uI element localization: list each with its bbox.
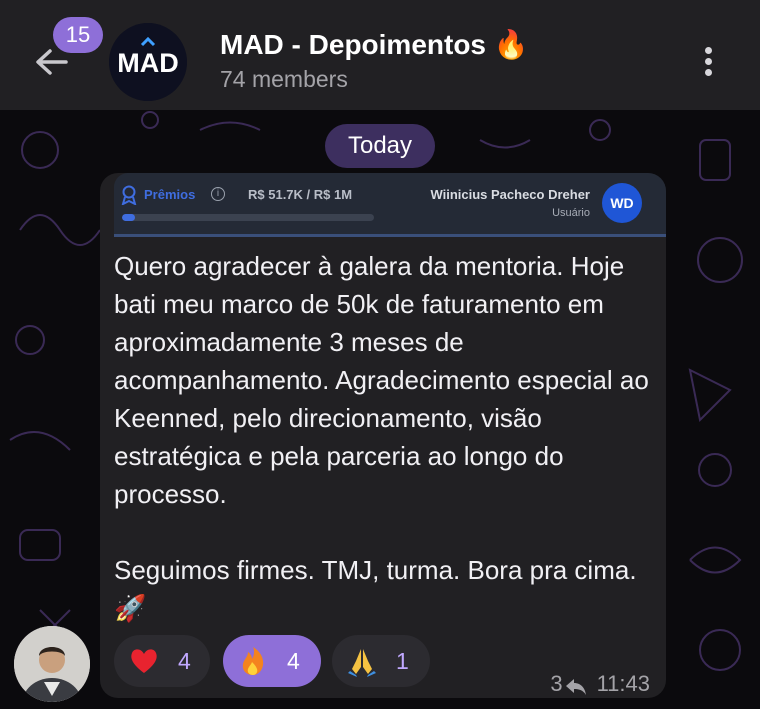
more-options-icon[interactable] bbox=[696, 43, 720, 83]
reaction-count: 4 bbox=[178, 648, 191, 674]
reaction-fire[interactable]: 4 bbox=[223, 635, 321, 687]
group-title[interactable]: MAD - Depoimentos 🔥 bbox=[220, 28, 529, 61]
group-avatar-text: MAD bbox=[117, 48, 179, 78]
heart-icon bbox=[128, 645, 160, 677]
sender-avatar[interactable] bbox=[14, 626, 90, 702]
prize-progress-fill bbox=[122, 214, 136, 221]
chat-header: 15 MAD MAD - Depoimentos 🔥 74 members bbox=[0, 0, 760, 110]
reply-icon[interactable] bbox=[565, 676, 587, 696]
date-chip: Today bbox=[325, 124, 435, 168]
unread-count-badge: 15 bbox=[53, 17, 103, 53]
prize-values: R$ 51.7K / R$ 1M bbox=[248, 187, 353, 202]
member-count: 74 members bbox=[220, 66, 348, 92]
message-paragraph: Quero agradecer à galera da mentoria. Ho… bbox=[114, 251, 649, 509]
preview-user-avatar: WD bbox=[602, 183, 642, 223]
prize-progress-bar bbox=[122, 214, 374, 221]
prize-label: Prêmios bbox=[144, 187, 196, 202]
group-avatar[interactable]: MAD bbox=[109, 23, 187, 101]
preview-user-role: Usuário bbox=[552, 207, 590, 219]
image-preview-card[interactable]: Prêmios i R$ 51.7K / R$ 1M Wiinicius Pac… bbox=[114, 173, 666, 237]
reaction-count: 4 bbox=[287, 648, 300, 674]
message-bubble[interactable]: Prêmios i R$ 51.7K / R$ 1M Wiinicius Pac… bbox=[100, 173, 666, 698]
message-text: Quero agradecer à galera da mentoria. Ho… bbox=[114, 247, 654, 627]
folded-hands-icon bbox=[346, 645, 378, 677]
reply-count: 3 bbox=[550, 671, 563, 696]
fire-icon bbox=[237, 645, 269, 677]
medal-icon bbox=[120, 185, 138, 206]
info-icon: i bbox=[211, 187, 225, 201]
preview-user-name: Wiinicius Pacheco Dreher bbox=[430, 187, 590, 202]
reaction-count: 1 bbox=[396, 648, 409, 674]
message-meta: 3 11:43 bbox=[550, 671, 650, 697]
message-time: 11:43 bbox=[596, 671, 650, 696]
reaction-folded-hands[interactable]: 1 bbox=[332, 635, 430, 687]
reaction-heart[interactable]: 4 bbox=[114, 635, 210, 687]
message-paragraph: Seguimos firmes. TMJ, turma. Bora pra ci… bbox=[114, 555, 637, 623]
